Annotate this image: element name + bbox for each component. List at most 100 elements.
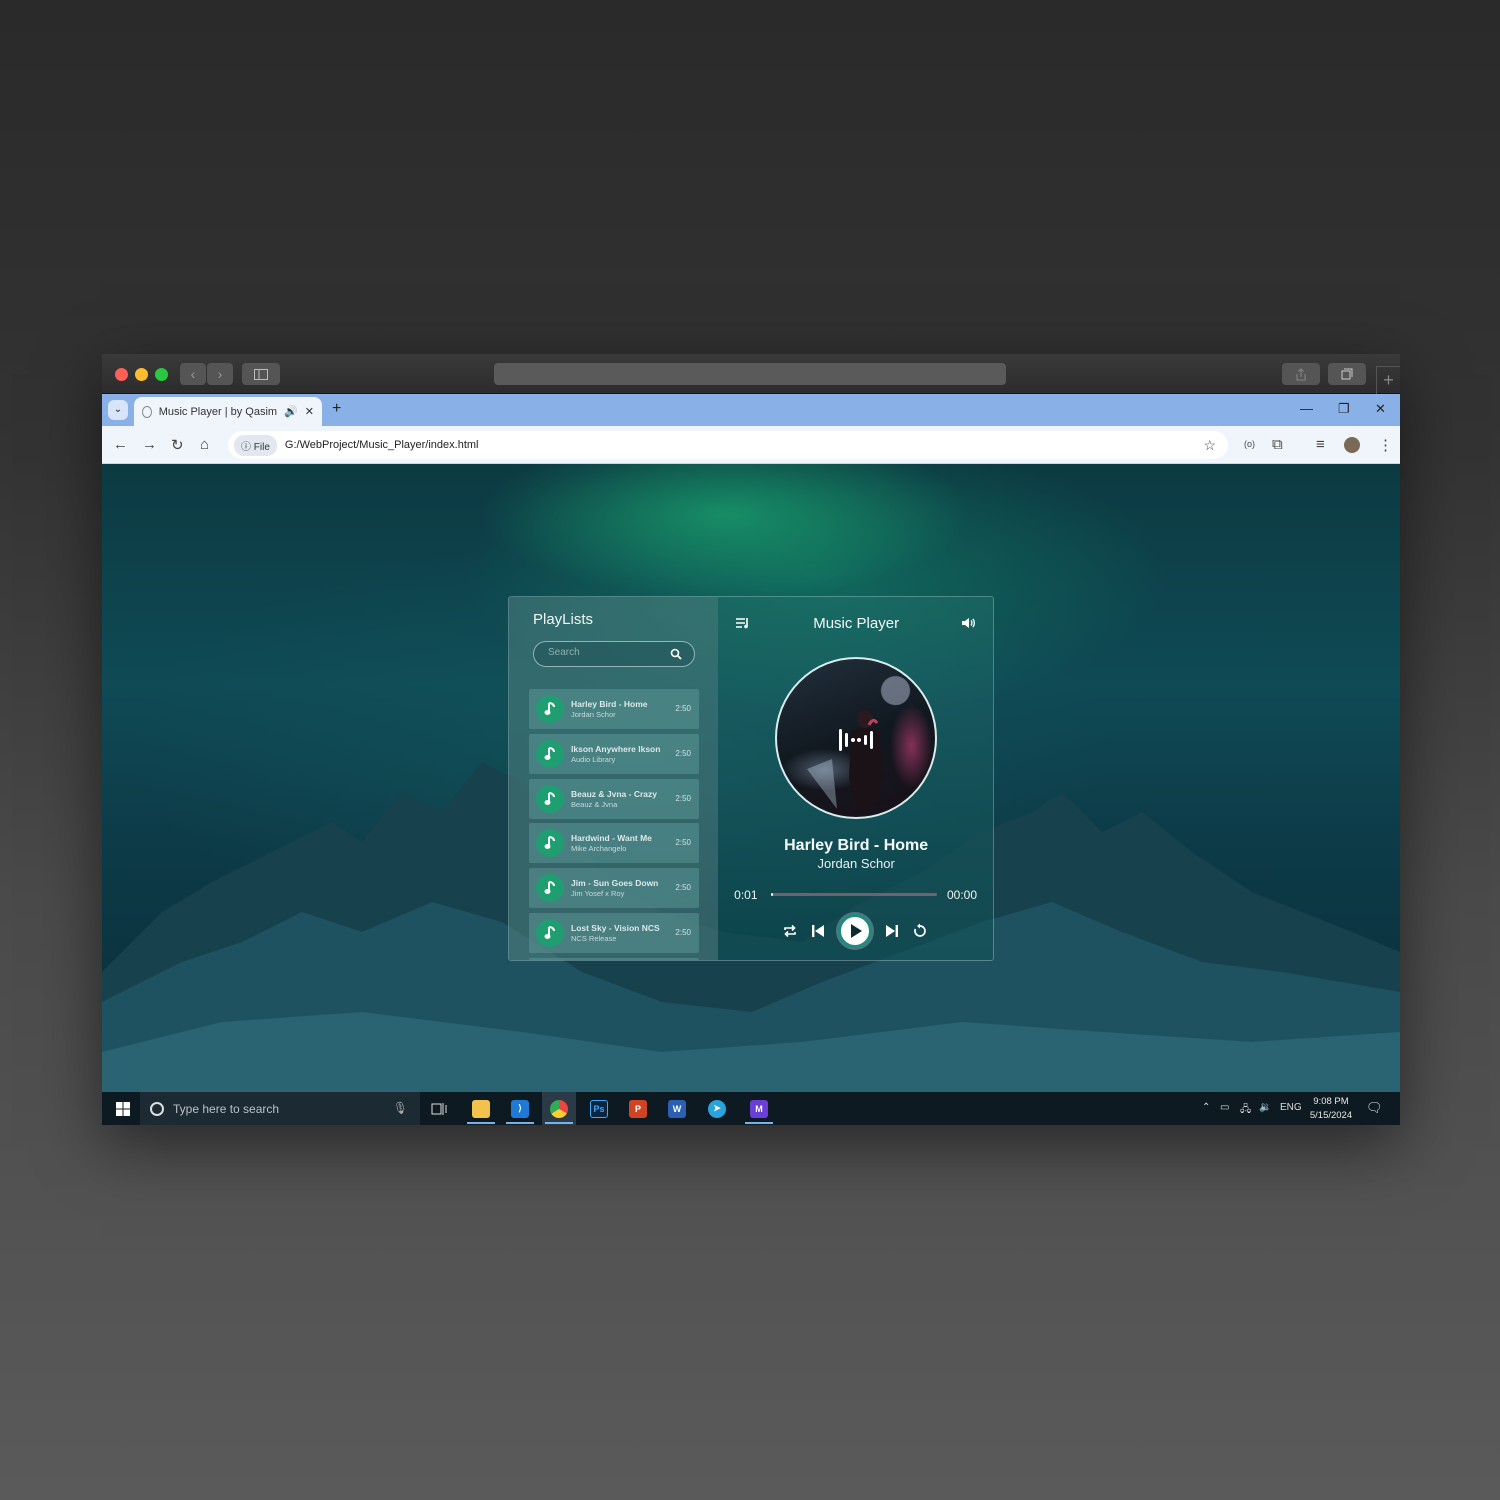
taskbar-search-text: Type here to search: [173, 1101, 280, 1116]
forward-icon[interactable]: →: [142, 436, 157, 453]
mac-window: ‹ › + ⌄ Music Player | by Qasim 🔊 ✕ + — …: [102, 354, 1400, 1125]
replay-icon[interactable]: [912, 923, 928, 939]
globe-icon: [142, 405, 152, 418]
telegram-icon[interactable]: ➤: [700, 1092, 734, 1125]
search-box: [533, 641, 695, 667]
chrome-toolbar: ← → ↻ ⌂ ⓘ File G:/WebProject/Music_Playe…: [102, 426, 1400, 464]
tab-audio-icon[interactable]: 🔊: [284, 405, 298, 418]
playlist-title: PlayLists: [533, 611, 594, 628]
progress-fill: [771, 893, 773, 896]
track-artist: Jim Yosef x Roy: [571, 889, 625, 899]
photoshop-icon[interactable]: Ps: [582, 1092, 616, 1125]
minimize-icon[interactable]: —: [1300, 401, 1313, 416]
music-note-icon: [536, 829, 564, 858]
search-icon[interactable]: [670, 648, 682, 660]
mac-new-tab-icon[interactable]: +: [1376, 366, 1400, 394]
previous-icon[interactable]: [810, 923, 826, 939]
tab-music-player[interactable]: Music Player | by Qasim 🔊 ✕: [134, 397, 322, 426]
taskbar-clock[interactable]: 9:08 PM 5/15/2024: [1306, 1095, 1356, 1123]
track-artist: Audio Library: [571, 754, 616, 764]
extensions-puzzle-icon[interactable]: ⧉: [1272, 436, 1283, 453]
now-playing-artist: Jordan Schor: [817, 856, 895, 871]
volume-icon[interactable]: [961, 616, 975, 630]
tab-close-icon[interactable]: ✕: [305, 405, 314, 418]
language-indicator[interactable]: ENG: [1280, 1102, 1302, 1113]
playlist-item[interactable]: Harley Bird - Home Jordan Schor 2:50: [529, 689, 699, 729]
address-bar[interactable]: ⓘ File G:/WebProject/Music_Player/index.…: [228, 431, 1228, 459]
track-title: Beauz & Jvna - Crazy: [571, 788, 657, 799]
vscode-icon[interactable]: ⟩: [503, 1092, 537, 1125]
music-note-icon: [536, 784, 564, 813]
back-icon[interactable]: ←: [113, 436, 128, 453]
powerpoint-icon[interactable]: P: [621, 1092, 655, 1125]
file-explorer-icon[interactable]: [464, 1092, 498, 1125]
word-icon[interactable]: W: [660, 1092, 694, 1125]
track-duration: 2:50: [675, 704, 691, 713]
progress-bar[interactable]: [771, 893, 938, 896]
microphone-icon[interactable]: 🎙: [393, 1101, 408, 1115]
restore-icon[interactable]: ❐: [1338, 401, 1350, 417]
windows-start-icon[interactable]: [116, 1102, 130, 1116]
mac-back-icon[interactable]: ‹: [180, 363, 206, 385]
site-info-chip[interactable]: ⓘ File: [234, 434, 277, 456]
mac-forward-icon[interactable]: ›: [207, 363, 233, 385]
music-player-card: PlayLists Harley Bird - HomeJordan Schor…: [508, 596, 994, 961]
playback-controls: [718, 913, 993, 948]
file-label: File: [253, 441, 270, 453]
notification-icon[interactable]: 🗨: [1366, 1100, 1383, 1116]
url-text[interactable]: G:/WebProject/Music_Player/index.html: [285, 439, 479, 451]
new-tab-icon[interactable]: +: [332, 400, 341, 418]
track-duration: 2:50: [675, 838, 691, 848]
app-icon[interactable]: M: [742, 1092, 776, 1125]
playlist-item[interactable]: Hardwind - Want Me Mike Archangelo 2:50: [529, 823, 699, 864]
network-icon[interactable]: 🖧: [1240, 1102, 1251, 1119]
player-title: Music Player: [813, 615, 900, 632]
mac-titlebar: ‹ › +: [102, 354, 1400, 394]
share-icon[interactable]: [1282, 363, 1320, 385]
track-duration: 2:50: [675, 883, 691, 893]
speaker-icon[interactable]: 🔉: [1259, 1102, 1271, 1113]
repeat-icon[interactable]: [782, 923, 798, 939]
play-button[interactable]: [838, 914, 873, 948]
tabs-overview-icon[interactable]: [1328, 363, 1366, 385]
page-viewport: PlayLists Harley Bird - HomeJordan Schor…: [102, 464, 1400, 1092]
player-main: Music Player Harley Bird - Home Jordan S…: [718, 597, 993, 960]
extension-icon[interactable]: (o): [1244, 439, 1255, 449]
media-control-icon[interactable]: ≡: [1316, 436, 1325, 453]
close-icon[interactable]: ✕: [1375, 401, 1386, 417]
cortana-icon: [150, 1101, 164, 1116]
music-note-icon: [536, 874, 564, 903]
taskbar-search[interactable]: Type here to search 🎙: [140, 1092, 420, 1125]
track-duration: 2:50: [675, 748, 691, 758]
track-duration: 2:50: [675, 927, 691, 937]
playlist-item[interactable]: Jim - Sun Goes Down Jim Yosef x Roy 2:50: [529, 868, 699, 909]
chrome-icon[interactable]: [542, 1092, 576, 1125]
bookmark-star-icon[interactable]: ☆: [1203, 437, 1216, 454]
close-window-button[interactable]: [115, 368, 128, 381]
track-title: Lost Sky - Vision NCS: [571, 922, 660, 933]
track-duration: 2:50: [675, 793, 691, 803]
track-artist: NCS Release: [571, 933, 617, 943]
chrome-tab-strip: ⌄ Music Player | by Qasim 🔊 ✕ + — ❐ ✕: [102, 394, 1400, 426]
music-note-icon: [536, 695, 564, 723]
audio-wave-logo-icon: [839, 729, 874, 751]
reload-icon[interactable]: ↻: [171, 436, 184, 454]
search-input[interactable]: [548, 647, 658, 658]
playlist-item[interactable]: Beauz & Jvna - Crazy Beauz & Jvna 2:50: [529, 778, 699, 819]
battery-icon[interactable]: ▭: [1220, 1102, 1229, 1113]
minimize-window-button[interactable]: [135, 368, 148, 381]
playlist-item[interactable]: Lost Sky - Vision NCS NCS Release 2:50: [529, 912, 699, 953]
profile-avatar[interactable]: [1344, 437, 1360, 453]
playlist-item-partial[interactable]: [529, 957, 699, 960]
playlist-item[interactable]: Ikson Anywhere Ikson Audio Library 2:50: [529, 733, 699, 774]
task-view-icon[interactable]: [422, 1092, 456, 1125]
zoom-window-button[interactable]: [155, 368, 168, 381]
mac-address-bar[interactable]: [494, 363, 1006, 385]
sidebar-toggle-icon[interactable]: [242, 363, 280, 385]
home-icon[interactable]: ⌂: [200, 436, 209, 453]
clock-date: 5/15/2024: [1309, 1110, 1353, 1121]
next-icon[interactable]: [884, 923, 900, 939]
tab-search-icon[interactable]: ⌄: [108, 400, 128, 420]
menu-kebab-icon[interactable]: ⋮: [1378, 436, 1393, 454]
tray-chevron-icon[interactable]: ⌃: [1202, 1102, 1210, 1113]
